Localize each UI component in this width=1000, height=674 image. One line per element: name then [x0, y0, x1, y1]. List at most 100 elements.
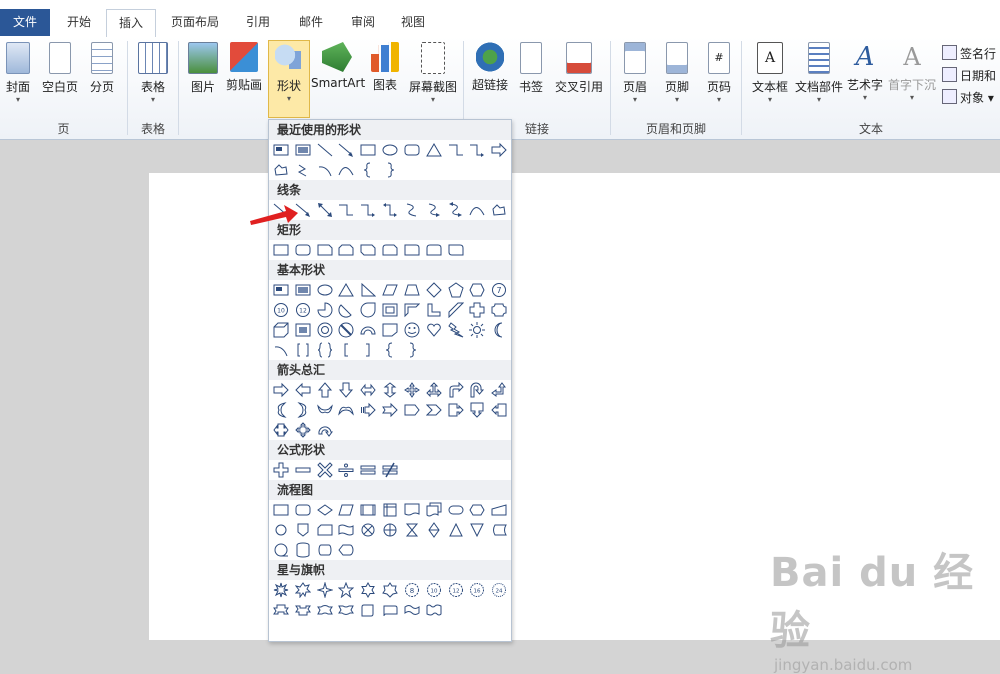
star-12-point-shape-icon[interactable]: 12	[448, 582, 464, 598]
star-24-point-shape-icon[interactable]: 24	[491, 582, 507, 598]
elbow-arrow-connector-shape-icon[interactable]	[360, 202, 376, 218]
right-bracket-shape-icon[interactable]	[360, 342, 376, 358]
up-ribbon-shape-icon[interactable]	[273, 602, 289, 618]
cube-shape-icon[interactable]	[273, 322, 289, 338]
flowchart-offpage-connector-shape-icon[interactable]	[295, 522, 311, 538]
flowchart-process-shape-icon[interactable]	[273, 502, 289, 518]
flowchart-manual-input-shape-icon[interactable]	[491, 502, 507, 518]
rounded-rectangle-shape-icon[interactable]	[295, 242, 311, 258]
explosion-2-shape-icon[interactable]	[294, 582, 311, 598]
star-7-point-shape-icon[interactable]	[382, 582, 398, 598]
explosion-1-shape-icon[interactable]	[273, 582, 289, 598]
double-brace-shape-icon[interactable]	[317, 342, 333, 358]
curved-up-arrow-shape-icon[interactable]	[316, 402, 333, 418]
flowchart-or-shape-icon[interactable]	[382, 522, 398, 538]
snip-same-side-rectangle-shape-icon[interactable]	[338, 242, 354, 258]
round-single-corner-rectangle-shape-icon[interactable]	[404, 242, 420, 258]
snip-single-corner-rectangle-shape-icon[interactable]	[317, 242, 333, 258]
tab-references[interactable]: 引用	[235, 9, 281, 36]
not-equal-shape-icon[interactable]	[382, 462, 398, 478]
heart-shape-icon[interactable]	[426, 322, 442, 338]
dodecagon-shape-icon[interactable]: 12	[295, 302, 311, 318]
down-ribbon-shape-icon[interactable]	[294, 602, 311, 618]
flowchart-punched-tape-shape-icon[interactable]	[338, 522, 354, 538]
flowchart-display-shape-icon[interactable]	[338, 542, 354, 558]
curved-double-arrow-connector-shape-icon[interactable]	[448, 202, 464, 218]
l-shape-icon[interactable]	[426, 302, 442, 318]
blank-page-button[interactable]: 空白页	[40, 42, 80, 95]
wordart-button[interactable]: A 艺术字 ▾	[846, 42, 884, 103]
curved-right-arrow-shape-icon[interactable]	[273, 402, 289, 418]
quad-arrow-callout-shape-icon[interactable]	[295, 422, 311, 438]
flowchart-alternate-process-shape-icon[interactable]	[295, 502, 311, 518]
trapezoid-shape-icon[interactable]	[404, 282, 420, 298]
flowchart-preparation-shape-icon[interactable]	[469, 502, 486, 518]
round-same-side-rectangle-shape-icon[interactable]	[426, 242, 442, 258]
vertical-textbox-shape-icon[interactable]	[295, 142, 311, 158]
up-down-arrow-shape-icon[interactable]	[382, 382, 398, 398]
notched-right-arrow-shape-icon[interactable]	[382, 402, 398, 418]
flowchart-multidocument-shape-icon[interactable]	[426, 502, 442, 518]
left-arrow-callout-shape-icon[interactable]	[491, 402, 507, 418]
star-10-point-shape-icon[interactable]: 10	[426, 582, 442, 598]
curve-shape-icon[interactable]	[469, 202, 485, 218]
tab-file[interactable]: 文件	[0, 9, 50, 36]
left-right-up-arrow-shape-icon[interactable]	[426, 382, 442, 398]
cover-button[interactable]: 封面 ▾	[3, 42, 33, 105]
plaque-shape-icon[interactable]	[491, 302, 507, 318]
flowchart-predefined-process-shape-icon[interactable]	[360, 502, 376, 518]
tab-review[interactable]: 审阅	[340, 9, 386, 36]
double-bracket-shape-icon[interactable]	[295, 342, 311, 358]
no-symbol-shape-icon[interactable]	[338, 322, 354, 338]
right-arrow-shape-icon[interactable]	[491, 142, 507, 158]
star-16-point-shape-icon[interactable]: 16	[469, 582, 485, 598]
pentagon-arrow-shape-icon[interactable]	[404, 402, 420, 418]
elbow-connector-shape-icon[interactable]	[338, 202, 354, 218]
clipart-button[interactable]: 剪贴画	[224, 42, 264, 93]
right-triangle-shape-icon[interactable]	[360, 282, 377, 298]
flowchart-magnetic-disk-shape-icon[interactable]	[295, 542, 311, 558]
cross-shape-icon[interactable]	[469, 302, 485, 318]
star-6-point-shape-icon[interactable]	[360, 582, 376, 598]
flowchart-summing-junction-shape-icon[interactable]	[360, 522, 376, 538]
left-bracket-shape-icon[interactable]	[338, 342, 354, 358]
bent-arrow-shape-icon[interactable]	[448, 382, 464, 398]
arrow-line-shape-icon[interactable]	[338, 142, 354, 158]
flowchart-terminator-shape-icon[interactable]	[448, 502, 464, 518]
curve-shape-icon[interactable]	[338, 162, 354, 178]
arc-shape-icon[interactable]	[273, 342, 289, 358]
diamond-shape-icon[interactable]	[426, 282, 442, 298]
curved-down-arrow-shape-icon[interactable]	[338, 402, 355, 418]
moon-shape-icon[interactable]	[491, 322, 507, 338]
double-wave-shape-icon[interactable]	[426, 602, 442, 618]
star-4-point-shape-icon[interactable]	[316, 582, 333, 598]
left-up-arrow-shape-icon[interactable]	[491, 382, 507, 398]
right-arrow-callout-shape-icon[interactable]	[448, 402, 464, 418]
chevron-shape-icon[interactable]	[425, 402, 442, 418]
star-8-point-shape-icon[interactable]: 8	[404, 582, 420, 598]
plus-shape-icon[interactable]	[273, 462, 289, 478]
vertical-scroll-shape-icon[interactable]	[360, 602, 376, 618]
left-brace-shape-icon[interactable]	[382, 342, 398, 358]
block-arc-shape-icon[interactable]	[360, 322, 376, 338]
freeform-shape-icon[interactable]	[273, 162, 289, 178]
round-diagonal-rectangle-shape-icon[interactable]	[448, 242, 464, 258]
triangle-shape-icon[interactable]	[338, 282, 355, 298]
heptagon-shape-icon[interactable]: 7	[491, 282, 507, 298]
signature-line-button[interactable]: 签名行	[942, 45, 996, 62]
half-frame-shape-icon[interactable]	[404, 302, 420, 318]
teardrop-shape-icon[interactable]	[360, 302, 376, 318]
vertical-textbox-shape-icon[interactable]	[295, 282, 311, 298]
folded-corner-shape-icon[interactable]	[382, 322, 398, 338]
parallelogram-shape-icon[interactable]	[382, 282, 398, 298]
tab-page-layout[interactable]: 页面布局	[160, 9, 230, 36]
tab-insert[interactable]: 插入	[106, 9, 156, 38]
down-arrow-callout-shape-icon[interactable]	[469, 402, 485, 418]
donut-shape-icon[interactable]	[317, 322, 333, 338]
curved-connector-shape-icon[interactable]	[404, 202, 420, 218]
diagonal-stripe-shape-icon[interactable]	[448, 302, 464, 318]
left-right-arrow-callout-shape-icon[interactable]	[273, 422, 289, 438]
table-button[interactable]: 表格 ▾	[137, 42, 169, 105]
double-arrow-line-shape-icon[interactable]	[317, 202, 333, 218]
quad-arrow-shape-icon[interactable]	[404, 382, 420, 398]
